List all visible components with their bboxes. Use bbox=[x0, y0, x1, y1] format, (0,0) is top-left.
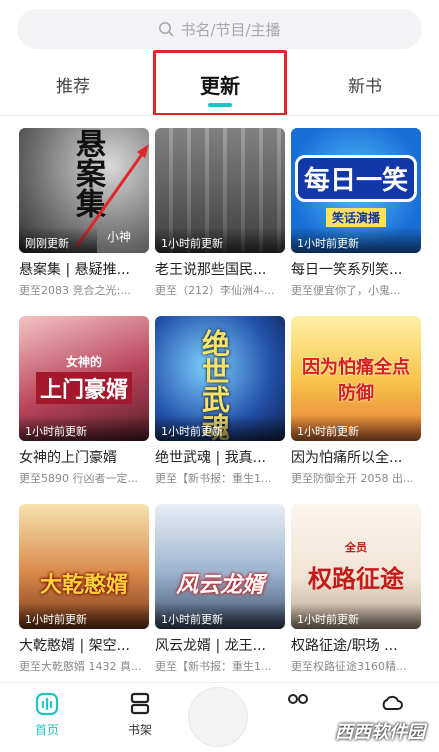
book-cover: 因为怕痛全点防御 1小时前更新 bbox=[291, 316, 421, 441]
cover-title: 权路征途 bbox=[308, 565, 404, 593]
nav-category[interactable] bbox=[268, 691, 328, 741]
nav-home[interactable]: 首页 bbox=[17, 691, 77, 741]
update-badge: 1小时前更新 bbox=[291, 415, 421, 441]
nav-shelf-label: 书架 bbox=[127, 723, 152, 737]
search-icon bbox=[159, 22, 174, 37]
book-title: 每日一笑系列笑... bbox=[291, 262, 403, 278]
book-title: 绝世武魂 | 我真... bbox=[155, 450, 266, 466]
update-badge: 1小时前更新 bbox=[155, 227, 285, 253]
book-latest-chapter: 更至5890 行凶者一定... bbox=[19, 472, 138, 485]
cover-title: 大乾憨婿 bbox=[39, 573, 128, 598]
cloud-icon bbox=[382, 695, 403, 710]
cover-subtitle: 笑话演播 bbox=[325, 207, 386, 227]
book-latest-chapter: 更至2083 竞合之光:... bbox=[19, 284, 131, 297]
update-badge: 1小时前更新 bbox=[155, 603, 285, 629]
cover-title: 上门豪婿 bbox=[35, 372, 132, 404]
search-bar[interactable]: 书名/节目/主播 bbox=[17, 9, 422, 49]
book-latest-chapter: 更至【新书报：重生1... bbox=[155, 660, 272, 673]
book-title: 女神的上门豪婿 bbox=[19, 450, 117, 466]
nav-home-label: 首页 bbox=[34, 723, 59, 737]
divider bbox=[0, 115, 439, 116]
tab-bar: 推荐 更新 新书 bbox=[0, 58, 439, 110]
tab-new-books[interactable]: 新书 bbox=[325, 58, 405, 110]
category-icon bbox=[288, 694, 308, 704]
book-title: 悬案集 | 悬疑推... bbox=[19, 262, 130, 278]
book-latest-chapter: 更至防御全开 2058 出... bbox=[291, 472, 414, 485]
cover-subtitle: 全员 bbox=[345, 541, 367, 554]
book-latest-chapter: 更至便宜你了，小鬼... bbox=[291, 284, 401, 297]
book-latest-chapter: 更至权路征途3160精... bbox=[291, 660, 407, 673]
watermark: 西西软件园 bbox=[335, 722, 425, 743]
home-icon bbox=[35, 692, 59, 716]
book-title: 权路征途/职场 ... bbox=[291, 638, 398, 654]
book-title: 大乾憨婿 | 架空... bbox=[19, 638, 130, 654]
book-cover: 全员 权路征途 1小时前更新 bbox=[291, 504, 421, 629]
book-cover: 绝世武魂 1小时前更新 bbox=[155, 316, 285, 441]
update-badge: 1小时前更新 bbox=[291, 603, 421, 629]
search-placeholder: 书名/节目/主播 bbox=[180, 20, 281, 39]
update-badge: 1小时前更新 bbox=[19, 415, 149, 441]
book-cover: 悬案集 小神 刚刚更新 bbox=[19, 128, 149, 253]
update-badge: 1小时前更新 bbox=[291, 227, 421, 253]
bookshelf-icon bbox=[130, 692, 150, 715]
book-latest-chapter: 更至（212）李仙洲4-... bbox=[155, 284, 275, 297]
update-badge: 1小时前更新 bbox=[155, 415, 285, 441]
book-latest-chapter: 更至【新书报：重生1... bbox=[155, 472, 272, 485]
player-button[interactable] bbox=[188, 687, 248, 747]
cover-title: 每日一笑 bbox=[294, 154, 417, 202]
book-cover: 每日一笑 笑话演播 1小时前更新 bbox=[291, 128, 421, 253]
cover-subtitle: 小神 bbox=[106, 230, 131, 244]
book-cover: 风云龙婿 1小时前更新 bbox=[155, 504, 285, 629]
active-tab-indicator bbox=[208, 103, 232, 107]
book-latest-chapter: 更至大乾憨婿 1432 真... bbox=[19, 660, 142, 673]
update-badge: 刚刚更新 bbox=[19, 227, 97, 253]
cover-subtitle: 女神的 bbox=[65, 355, 102, 369]
bottom-nav: 首页 书架 西西软件园 bbox=[0, 682, 439, 752]
nav-shelf[interactable]: 书架 bbox=[110, 691, 170, 741]
update-badge: 1小时前更新 bbox=[19, 603, 149, 629]
tab-recommend[interactable]: 推荐 bbox=[33, 58, 113, 110]
book-title: 因为怕痛所以全... bbox=[291, 450, 403, 466]
book-cover: 女神的 上门豪婿 1小时前更新 bbox=[19, 316, 149, 441]
book-title: 老王说那些国民... bbox=[155, 262, 267, 278]
book-title: 风云龙婿 | 龙王... bbox=[155, 638, 266, 654]
book-cover: 1小时前更新 bbox=[155, 128, 285, 253]
book-cover: 大乾憨婿 1小时前更新 bbox=[19, 504, 149, 629]
cover-title: 风云龙婿 bbox=[175, 573, 264, 598]
cover-title: 因为怕痛全点防御 bbox=[302, 356, 410, 404]
